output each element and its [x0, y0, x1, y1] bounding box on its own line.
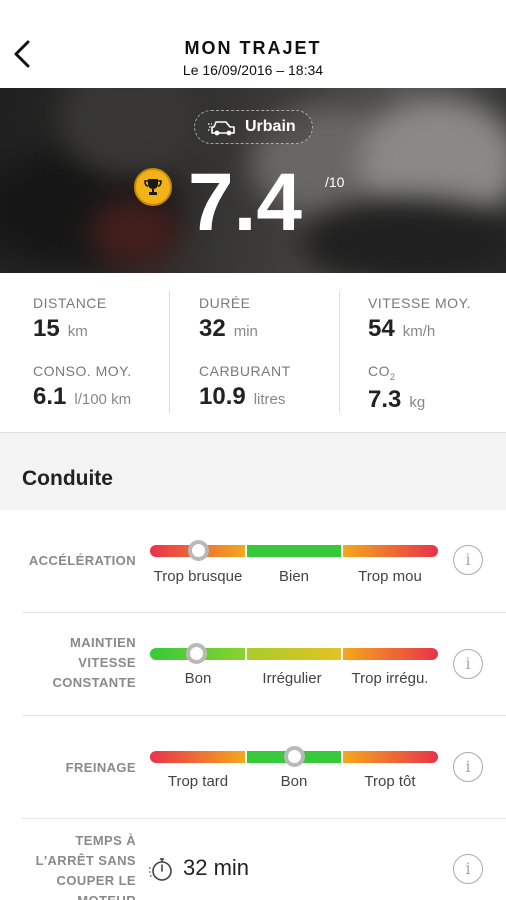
- section-title: Conduite: [22, 467, 113, 490]
- gauge-tick-label: Trop mou: [358, 568, 422, 585]
- gauge-marker: [283, 746, 305, 767]
- stat-value: 10.9: [199, 383, 246, 410]
- stat-value: 6.1: [33, 383, 67, 410]
- stat-duree: DURÉE 32 min: [199, 295, 258, 343]
- stat-unit: km: [67, 323, 88, 340]
- row-label: FREINAGE: [65, 760, 136, 775]
- stat-unit: km/h: [402, 323, 436, 340]
- stat-vitesse: VITESSE MOY. 54 km/h: [368, 295, 471, 343]
- gauge-segment-mid: [246, 545, 342, 557]
- stat-co2: CO2 7.3 kg: [368, 363, 425, 414]
- row-label-line: VITESSE: [78, 655, 136, 670]
- trip-type-label: Urbain: [245, 118, 296, 135]
- gauge-segment-high: [343, 751, 439, 763]
- row-label: TEMPS À L'ARRÊT SANS COUPER LE MOTEUR: [14, 831, 136, 900]
- stat-conso: CONSO. MOY. 6.1 l/100 km: [33, 363, 132, 411]
- row-label-line: TEMPS À: [75, 833, 136, 848]
- section-header: Conduite: [0, 433, 506, 510]
- stat-label: DISTANCE: [33, 295, 107, 311]
- stats-divider: [169, 291, 170, 413]
- trip-date: Le 16/09/2016 – 18:34: [182, 62, 324, 78]
- stat-label: VITESSE MOY.: [368, 295, 471, 311]
- stat-unit: l/100 km: [74, 391, 132, 408]
- stat-label: CARBURANT: [199, 363, 291, 379]
- row-idle-time: TEMPS À L'ARRÊT SANS COUPER LE MOTEUR i: [0, 819, 506, 900]
- stat-unit: min: [233, 323, 258, 340]
- gauge-tick-label: Bon: [184, 670, 212, 687]
- row-maintien-vitesse: MAINTIEN VITESSE CONSTANTE Bon Irrégulie…: [0, 613, 506, 716]
- row-label: ACCÉLÉRATION: [28, 553, 136, 568]
- gauge-tick-label: Bien: [278, 568, 310, 585]
- stats-divider: [339, 291, 340, 413]
- trophy-icon: [134, 168, 172, 206]
- row-acceleration: ACCÉLÉRATION Trop brusque Bien Trop mou …: [0, 510, 506, 613]
- stat-distance: DISTANCE 15 km: [33, 295, 107, 343]
- gauge-segment-high: [343, 648, 439, 660]
- stat-carburant: CARBURANT 10.9 litres: [199, 363, 291, 411]
- trip-score: 7.4: [188, 157, 302, 248]
- trip-type-chip: Urbain: [194, 110, 313, 144]
- stat-label: DURÉE: [199, 295, 251, 311]
- stat-label: CO2: [368, 363, 425, 382]
- row-label-line: COUPER LE: [56, 873, 136, 888]
- row-label-line: MOTEUR: [14, 891, 136, 900]
- gauge-tick-label: Trop tôt: [364, 773, 416, 790]
- stat-unit: litres: [253, 391, 286, 408]
- info-icon[interactable]: i: [453, 649, 483, 679]
- stat-value: 54: [368, 315, 395, 342]
- co2-subscript: 2: [390, 371, 396, 382]
- info-icon[interactable]: i: [453, 752, 483, 782]
- row-label-line: MAINTIEN: [69, 635, 136, 650]
- co2-label: CO: [368, 363, 390, 379]
- row-label: MAINTIEN VITESSE CONSTANTE: [14, 633, 136, 693]
- info-icon[interactable]: i: [453, 545, 483, 575]
- gauge-segment-low: [150, 751, 245, 763]
- row-label-line: CONSTANTE: [52, 675, 136, 690]
- stat-value: 7.3: [368, 385, 402, 413]
- gauge-tick-label: Bon: [280, 773, 308, 790]
- gauge-tick-label: Trop tard: [167, 773, 229, 790]
- stat-value: 15: [33, 315, 60, 342]
- info-icon[interactable]: i: [453, 854, 483, 884]
- idle-time-value: 32 min: [183, 855, 250, 880]
- header: MON TRAJET Le 16/09/2016 – 18:34: [0, 0, 506, 88]
- row-freinage: FREINAGE Trop tard Bon Trop tôt i: [0, 716, 506, 819]
- trip-stats: DISTANCE 15 km DURÉE 32 min VITESSE MOY. 5…: [0, 273, 506, 433]
- stopwatch-icon: [149, 858, 172, 881]
- gauge-tick-label: Trop brusque: [153, 568, 243, 585]
- trophy-glyph: [144, 179, 162, 195]
- gauge-tick-label: Irrégulier: [262, 670, 322, 687]
- car-icon: [208, 121, 235, 136]
- row-label-line: L'ARRÊT SANS: [35, 853, 136, 868]
- hero-banner: Urbain 7.4 /10: [0, 88, 506, 273]
- stat-value: 32: [199, 315, 226, 342]
- stat-unit: kg: [409, 393, 426, 411]
- gauge-tick-label: Trop irrégu.: [351, 670, 429, 687]
- trip-score-max: /10: [325, 174, 345, 190]
- page-title: MON TRAJET: [184, 38, 322, 58]
- gauge-segment-mid: [246, 648, 342, 660]
- gauge-segment-high: [343, 545, 439, 557]
- gauge-marker: [185, 643, 207, 664]
- stat-label: CONSO. MOY.: [33, 363, 132, 379]
- gauge-marker: [188, 540, 210, 561]
